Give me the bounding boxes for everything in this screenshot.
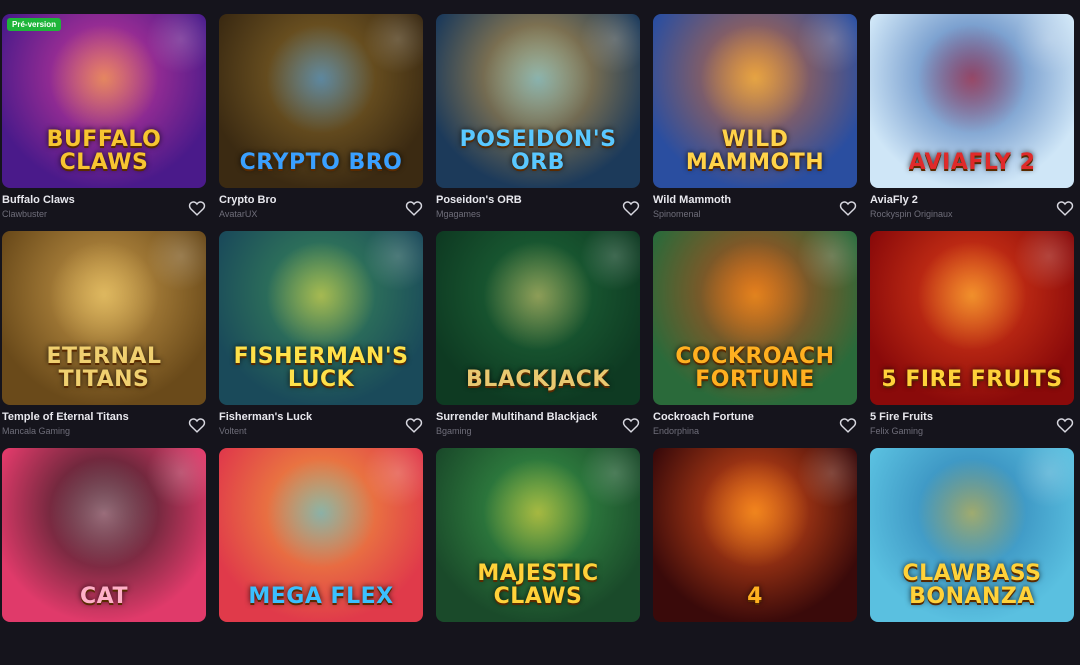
game-title[interactable]: AviaFly 2: [870, 194, 918, 206]
flex-icon: [266, 458, 376, 568]
game-thumbnail[interactable]: Fisherman's Luck: [219, 231, 423, 405]
temple-icon: [49, 241, 159, 351]
game-card[interactable]: Poseidon's Orb Poseidon's ORB Mgagames: [436, 14, 640, 231]
favorite-heart-icon[interactable]: [622, 200, 640, 216]
game-provider: Mancala Gaming: [2, 426, 71, 436]
orb-icon: [483, 24, 593, 134]
favorite-heart-icon[interactable]: [839, 200, 857, 216]
favorite-heart-icon[interactable]: [405, 417, 423, 433]
game-card[interactable]: Eternal Titans Temple of Eternal Titans Ma…: [2, 231, 206, 448]
game-thumbnail[interactable]: ClawBass Bonanza: [870, 448, 1074, 622]
mammoth-icon: [700, 24, 810, 134]
game-title[interactable]: Wild Mammoth: [653, 194, 731, 206]
thumbnail-art-title: 5 Fire Fruits: [881, 366, 1063, 392]
game-title[interactable]: Crypto Bro: [219, 194, 276, 206]
game-thumbnail[interactable]: Cockroach Fortune: [653, 231, 857, 405]
game-thumbnail[interactable]: Mega Flex: [219, 448, 423, 622]
coin-icon: [266, 24, 376, 134]
game-thumbnail[interactable]: Buffalo Claws Pré-version: [2, 14, 206, 188]
favorite-heart-icon[interactable]: [839, 417, 857, 433]
favorite-heart-icon[interactable]: [188, 417, 206, 433]
thumbnail-art-title: Wild Mammoth: [685, 126, 825, 175]
cat-icon: [49, 458, 159, 568]
favorite-heart-icon[interactable]: [188, 200, 206, 216]
game-provider: Clawbuster: [2, 209, 48, 219]
favorite-heart-icon[interactable]: [622, 417, 640, 433]
game-card[interactable]: Majestic Claws: [436, 448, 640, 665]
game-thumbnail[interactable]: Aviafly 2: [870, 14, 1074, 188]
game-card[interactable]: 5 Fire Fruits 5 Fire Fruits Felix Gaming: [870, 231, 1074, 448]
game-grid: Buffalo Claws Pré-version Buffalo Claws Cla…: [2, 14, 1074, 665]
plane-icon: [917, 24, 1027, 134]
game-card[interactable]: 4: [653, 448, 857, 665]
game-title[interactable]: Poseidon's ORB: [436, 194, 522, 206]
game-title[interactable]: Temple of Eternal Titans: [2, 411, 129, 423]
game-thumbnail[interactable]: Eternal Titans: [2, 231, 206, 405]
game-card[interactable]: Buffalo Claws Pré-version Buffalo Claws Cla…: [2, 14, 206, 231]
favorite-heart-icon[interactable]: [1056, 417, 1074, 433]
game-provider: Bgaming: [436, 426, 472, 436]
cockroach-icon: [700, 241, 810, 351]
buffalo-icon: [49, 24, 159, 134]
game-thumbnail[interactable]: 5 Fire Fruits: [870, 231, 1074, 405]
thumbnail-art-title: Mega Flex: [248, 583, 394, 609]
game-provider: Rockyspin Originaux: [870, 209, 953, 219]
game-thumbnail[interactable]: Blackjack: [436, 231, 640, 405]
game-card[interactable]: Mega Flex: [219, 448, 423, 665]
game-title[interactable]: Surrender Multihand Blackjack: [436, 411, 597, 423]
game-thumbnail[interactable]: Poseidon's Orb: [436, 14, 640, 188]
game-thumbnail[interactable]: 4: [653, 448, 857, 622]
thumbnail-art-title: Cockroach Fortune: [675, 343, 835, 392]
game-provider: Mgagames: [436, 209, 481, 219]
preversion-badge: Pré-version: [7, 18, 62, 31]
thumbnail-art-title: Majestic Claws: [477, 560, 599, 609]
game-thumbnail[interactable]: Cat: [2, 448, 206, 622]
fisher-icon: [917, 458, 1027, 568]
game-title[interactable]: Fisherman's Luck: [219, 411, 312, 423]
game-card[interactable]: Wild Mammoth Wild Mammoth Spinomenal: [653, 14, 857, 231]
game-title[interactable]: Cockroach Fortune: [653, 411, 754, 423]
game-card[interactable]: Fisherman's Luck Fisherman's Luck Voltent: [219, 231, 423, 448]
game-provider: AvatarUX: [219, 209, 258, 219]
thumbnail-art-title: Cat: [80, 583, 128, 609]
thumbnail-art-title: 4: [747, 583, 763, 609]
game-card[interactable]: Cat: [2, 448, 206, 665]
game-thumbnail[interactable]: Majestic Claws: [436, 448, 640, 622]
game-thumbnail[interactable]: Crypto Bro: [219, 14, 423, 188]
thumbnail-art-title: Fisherman's Luck: [233, 343, 409, 392]
game-title[interactable]: 5 Fire Fruits: [870, 411, 933, 423]
thumbnail-art-title: Buffalo Claws: [46, 126, 162, 175]
game-provider: Felix Gaming: [870, 426, 924, 436]
game-provider: Endorphina: [653, 426, 700, 436]
thumbnail-art-title: Aviafly 2: [908, 149, 1036, 175]
thumbnail-art-title: Blackjack: [466, 366, 610, 392]
fruits-icon: [917, 241, 1027, 351]
cards-icon: [483, 241, 593, 351]
favorite-heart-icon[interactable]: [1056, 200, 1074, 216]
thumbnail-art-title: Eternal Titans: [46, 343, 162, 392]
favorite-heart-icon[interactable]: [405, 200, 423, 216]
game-card[interactable]: Aviafly 2 AviaFly 2 Rockyspin Originaux: [870, 14, 1074, 231]
game-title[interactable]: Buffalo Claws: [2, 194, 75, 206]
game-card[interactable]: ClawBass Bonanza: [870, 448, 1074, 665]
thumbnail-art-title: Crypto Bro: [239, 149, 403, 175]
game-provider: Spinomenal: [653, 209, 701, 219]
seven-icon: [700, 458, 810, 568]
thumbnail-art-title: ClawBass Bonanza: [902, 560, 1042, 609]
fish-icon: [266, 241, 376, 351]
game-card[interactable]: Cockroach Fortune Cockroach Fortune Endorp…: [653, 231, 857, 448]
game-card[interactable]: Blackjack Surrender Multihand Blackjack Bg…: [436, 231, 640, 448]
thumbnail-art-title: Poseidon's Orb: [459, 126, 617, 175]
game-thumbnail[interactable]: Wild Mammoth: [653, 14, 857, 188]
game-card[interactable]: Crypto Bro Crypto Bro AvatarUX: [219, 14, 423, 231]
game-provider: Voltent: [219, 426, 247, 436]
tiger-icon: [483, 458, 593, 568]
